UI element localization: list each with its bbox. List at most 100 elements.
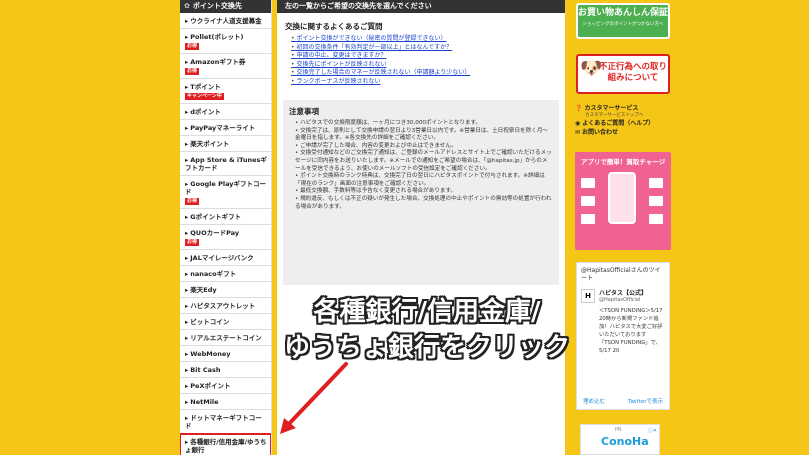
chevron-right-icon: ▸: [185, 108, 189, 116]
sidebar-item-label: ハピタスアウトレット: [190, 302, 256, 310]
tweet-body: ＜TSON FUNDING＞5/17 20時から新規ファンド追加！ハピタスで大変…: [599, 308, 663, 354]
status-badge: お得: [185, 198, 200, 205]
fraud-policy-banner[interactable]: 🐶 不正行為への取り組みについて: [576, 54, 670, 94]
chevron-right-icon: ▸: [185, 398, 189, 406]
faq-section: 交換に関するよくあるご質問 ポイント交換ができない（秘密の質問が登録できない）初…: [283, 21, 559, 86]
chevron-right-icon: ▸: [185, 382, 189, 390]
tweet-author-name: ハピタス【公式】: [599, 289, 648, 297]
chevron-right-icon: ▸: [185, 350, 189, 358]
sidebar-item[interactable]: ▸ ウクライナ人道支援募金: [180, 13, 271, 29]
tweet-author-handle: @HapitasOfficial: [599, 296, 641, 303]
chevron-right-icon: ▸: [185, 124, 189, 132]
sidebar-item-label: ドットマネーギフトコード: [185, 414, 262, 430]
sidebar-item-label: Tポイント: [190, 83, 221, 91]
sidebar-item[interactable]: ▸ 楽天Edy: [180, 282, 271, 298]
sidebar-item-label: WebMoney: [190, 350, 231, 358]
faq-link[interactable]: 交換完了した場合のマネーが反映されない（申請額より少ない）: [291, 69, 559, 78]
conoha-logo: ConoHa: [601, 435, 649, 448]
sidebar-item[interactable]: ▸ ドットマネーギフトコード: [180, 410, 271, 434]
sidebar-item[interactable]: ▸ nanacoギフト: [180, 266, 271, 282]
main-header: 左の一覧からご希望の交換先を選んでください: [277, 0, 565, 13]
giftcard-tile: [581, 214, 595, 224]
contact-link[interactable]: ✉ お問い合わせ: [575, 128, 673, 137]
notes-title: 注意事項: [289, 107, 319, 116]
chevron-right-icon: ▸: [185, 33, 189, 41]
giftcard-tile: [581, 178, 595, 188]
chevron-right-icon: ▸: [185, 414, 189, 422]
help-link[interactable]: ◉ よくあるご質問（ヘルプ）: [575, 119, 673, 128]
note-item: 最低交換額、手数料等は予告なく変更される場合があります。: [295, 188, 553, 196]
twitter-widget-title: @HapitasOfficialさんのツイート: [581, 267, 661, 282]
twitter-widget: @HapitasOfficialさんのツイート H ハピタス【公式】 @Hapi…: [576, 262, 670, 410]
chevron-right-icon: ▸: [185, 438, 189, 446]
sidebar-item[interactable]: ▸ 楽天ポイント: [180, 136, 271, 152]
faq-link[interactable]: 交換先にポイントが反映されない: [291, 61, 559, 70]
sidebar-item-label: Amazonギフト券: [190, 58, 246, 66]
main-content: 左の一覧からご希望の交換先を選んでください 交換に関するよくあるご質問 ポイント…: [277, 0, 565, 455]
conoha-ad[interactable]: PR ⓘ✕ ConoHa: [580, 424, 660, 455]
sidebar-item[interactable]: ▸ Google Playギフトコード お得: [180, 176, 271, 209]
sidebar-item[interactable]: ▸ Gポイントギフト: [180, 209, 271, 225]
chevron-right-icon: ▸: [185, 302, 189, 310]
exchange-list: ▸ ウクライナ人道支援募金 ▸ Pollet(ポレット) お得 ▸ Amazonギフト券 お得…: [180, 13, 271, 455]
faq-link[interactable]: 初回の交換条件「有効判定が一部以上」とはなんですか？: [291, 44, 559, 53]
note-item: 交換受付通知などのご交換完了通知は、ご登録のメールアドレスとサイト上でご確認いた…: [295, 150, 553, 173]
sidebar-item[interactable]: ▸ ビットコイン: [180, 314, 271, 330]
sidebar-header: ✿ ポイント交換先: [180, 0, 271, 13]
sidebar-item[interactable]: ▸ リアルエステートコイン: [180, 330, 271, 346]
sidebar-item[interactable]: ▸ PayPayマネーライト: [180, 120, 271, 136]
chevron-right-icon: ▸: [185, 180, 189, 188]
sidebar-item[interactable]: ▸ Pollet(ポレット) お得: [180, 29, 271, 54]
tweet-author[interactable]: H ハピタス【公式】 @HapitasOfficial: [577, 285, 669, 307]
ad-close-icon[interactable]: ⓘ✕: [648, 427, 657, 434]
sidebar-item-label: 楽天ポイント: [190, 140, 230, 148]
sidebar-item-label: 楽天Edy: [190, 286, 217, 294]
sidebar-item[interactable]: ▸ App Store & iTunesギフトカード: [180, 152, 271, 176]
sidebar-item-label: QUOカードPay: [190, 229, 240, 237]
notes-section: 注意事項 ハピタスでの交換限度額は、一ヶ月につき30,000ポイントとなります。…: [283, 100, 559, 285]
giftcard-tile: [581, 196, 595, 206]
chevron-right-icon: ▸: [185, 318, 189, 326]
sidebar-item[interactable]: ▸ ハピタスアウトレット: [180, 298, 271, 314]
sidebar-item-label: NetMile: [190, 398, 219, 406]
sidebar-item-label: PayPayマネーライト: [190, 124, 256, 132]
faq-link[interactable]: ランクボーナスが反映されない: [291, 78, 559, 87]
exchange-sidebar: ✿ ポイント交換先 ▸ ウクライナ人道支援募金 ▸ Pollet(ポレット) お得 ▸ Ama…: [180, 0, 272, 455]
sidebar-item[interactable]: ▸ dポイント: [180, 104, 271, 120]
app-charge-banner[interactable]: アプリで簡単！買取チャージ: [575, 152, 671, 250]
shopping-guarantee-banner[interactable]: お買い物あんしん保証 ショッピングのポイントがつかない方へ: [576, 3, 670, 39]
chevron-right-icon: ▸: [185, 366, 189, 374]
sidebar-item-label: ビットコイン: [190, 318, 230, 326]
sidebar-item[interactable]: ▸ PeXポイント: [180, 378, 271, 394]
faq-link[interactable]: ポイント交換ができない（秘密の質問が登録できない）: [291, 35, 559, 44]
giftcard-tile: [649, 196, 663, 206]
sidebar-item-label: Bit Cash: [190, 366, 221, 374]
sidebar-item[interactable]: ▸ WebMoney: [180, 346, 271, 362]
faq-link[interactable]: 申請の中止、変更はできますか？: [291, 52, 559, 61]
note-item: 規約違反、もしくは不正の疑いが発生した場合、交換処理の中止やポイントの無効等の処…: [295, 196, 553, 211]
chevron-right-icon: ▸: [185, 83, 189, 91]
sidebar-item-label: nanacoギフト: [190, 270, 237, 278]
chevron-right-icon: ▸: [185, 156, 189, 164]
customer-service-link[interactable]: ❓ カスタマーサービス: [575, 104, 673, 113]
sidebar-item[interactable]: ▸ NetMile: [180, 394, 271, 410]
status-badge: お得: [185, 68, 200, 75]
sidebar-item[interactable]: ▸ Tポイント キャンペーン中: [180, 79, 271, 104]
chevron-right-icon: ▸: [185, 334, 189, 342]
chevron-right-icon: ▸: [185, 17, 189, 25]
view-on-twitter-link[interactable]: Twitterで表示: [628, 397, 663, 405]
sidebar-item[interactable]: ▸ JALマイレージバンク: [180, 250, 271, 266]
note-item: ポイント交換時のランク特典は、交換完了日の翌日にハピタスポイントで付与されます。…: [295, 173, 553, 188]
sidebar-item[interactable]: ▸ QUOカードPay お得: [180, 225, 271, 250]
chevron-right-icon: ▸: [185, 270, 189, 278]
sidebar-item[interactable]: ▸ Amazonギフト券 お得: [180, 54, 271, 79]
embed-link[interactable]: 埋め込む: [583, 397, 605, 405]
sidebar-item[interactable]: ▸ Bit Cash: [180, 362, 271, 378]
sidebar-item-label: Pollet(ポレット): [190, 33, 244, 41]
sidebar-item[interactable]: ▸ 各種銀行/信用金庫/ゆうちょ銀行: [180, 433, 271, 455]
sidebar-item-label: Gポイントギフト: [190, 213, 242, 221]
note-item: ハピタスでの交換限度額は、一ヶ月につき30,000ポイントとなります。: [295, 120, 553, 128]
support-links: ❓ カスタマーサービス カスタマーサービストップへ ◉ よくあるご質問（ヘルプ） ✉…: [575, 104, 673, 137]
pr-label: PR: [615, 427, 622, 433]
app-banner-title: アプリで簡単！買取チャージ: [580, 158, 666, 166]
